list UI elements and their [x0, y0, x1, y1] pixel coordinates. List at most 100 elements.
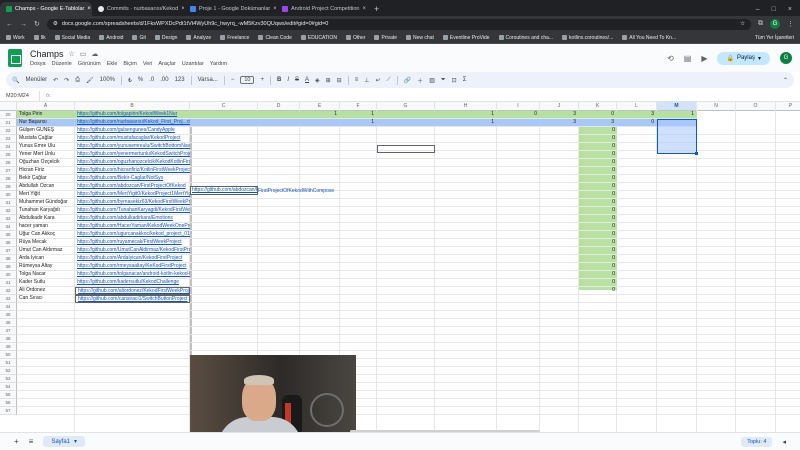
menu-item[interactable]: Ekle [107, 61, 118, 67]
column-header-b[interactable]: B [75, 102, 190, 111]
number-format-button[interactable]: 123 [175, 77, 185, 83]
github-link-cell[interactable]: https://github.com/ArdaIyican/KekodFirst… [75, 255, 190, 263]
github-link-cell[interactable] [75, 335, 190, 343]
name-cell[interactable]: Tolga Nacar [17, 271, 75, 279]
table-row[interactable] [17, 375, 800, 383]
bookmark-item[interactable]: Other [345, 35, 365, 41]
row-header[interactable]: 23 [0, 135, 17, 143]
table-row[interactable] [17, 327, 800, 335]
name-cell[interactable]: hacer yaman [17, 223, 75, 231]
name-cell[interactable]: Oğuzhan Özçelcik [17, 159, 75, 167]
bookmark-item[interactable]: Ilk [33, 35, 46, 41]
column-header-c[interactable]: C [190, 102, 258, 111]
github-link-cell[interactable]: https://github.com/tolgapirin/KekodWeek1… [75, 111, 190, 119]
column-header-a[interactable]: A [17, 102, 75, 111]
column-header-e[interactable]: E [300, 102, 340, 111]
k-value-cell[interactable]: 0 [579, 191, 617, 199]
sheets-logo-icon[interactable] [8, 49, 22, 67]
row-header[interactable]: 41 [0, 279, 17, 287]
percent-format-button[interactable]: % [138, 77, 143, 83]
name-cell[interactable]: Umut Can Aldırmaz [17, 247, 75, 255]
filter-views-icon[interactable]: ⊡ [452, 77, 457, 84]
k-value-cell[interactable]: 0 [579, 231, 617, 239]
browser-tab-docs[interactable]: Proje 1 - Google Dokümanlar × [184, 2, 276, 16]
table-row[interactable]: Muhammet Gündoğar https://github.com/byrn… [17, 199, 800, 207]
text-color-icon[interactable]: A [305, 77, 309, 83]
cloud-status-icon[interactable]: ☁ [91, 50, 98, 58]
value-cell[interactable]: 3 [540, 111, 576, 119]
row-header[interactable]: 33 [0, 215, 17, 223]
fill-handle[interactable] [695, 152, 698, 155]
row-header[interactable]: 40 [0, 271, 17, 279]
name-cell[interactable] [17, 375, 75, 383]
github-link-cell[interactable]: https://github.com/MertYigit0/KekodProje… [75, 191, 190, 199]
row-header[interactable]: 31 [0, 199, 17, 207]
k-value-cell[interactable]: 0 [579, 183, 617, 191]
column-header-d[interactable]: D [258, 102, 300, 111]
bookmark-item[interactable]: Git [132, 35, 146, 41]
name-cell[interactable] [17, 351, 75, 359]
back-icon[interactable]: ← [6, 21, 13, 28]
k-value-cell[interactable]: 0 [579, 255, 617, 263]
menu-item[interactable]: Araçlar [158, 61, 175, 67]
k-value-cell[interactable]: 0 [579, 223, 617, 231]
reload-icon[interactable]: ↻ [34, 20, 40, 28]
table-row[interactable] [17, 399, 800, 407]
table-row[interactable]: Bekir Çağlar https://github.com/Bekir-Cag… [17, 175, 800, 183]
github-link-cell[interactable]: https://github.com/abdulkadirkara/Emotio… [75, 215, 190, 223]
bookmark-item[interactable]: Coroutines and cha... [498, 35, 553, 41]
name-cell[interactable] [17, 311, 75, 319]
print-icon[interactable]: ⎙ [75, 77, 80, 84]
github-link-cell[interactable] [75, 391, 190, 399]
github-link-cell[interactable]: https://github.com/yunusemreulu/SwitchBo… [75, 143, 190, 151]
selected-range[interactable] [657, 119, 697, 154]
row-header[interactable]: 34 [0, 223, 17, 231]
comments-icon[interactable]: ▤ [684, 54, 692, 63]
table-row[interactable] [17, 303, 800, 311]
value-cell[interactable]: 1 [340, 111, 374, 119]
borders-icon[interactable]: ⊞ [326, 77, 331, 84]
name-cell[interactable]: Mert Yiğit [17, 191, 75, 199]
close-window-icon[interactable]: × [788, 6, 792, 13]
table-row[interactable]: Oğuzhan Özçelcik https://github.com/oguzh… [17, 159, 800, 167]
bookmark-item[interactable]: Work [6, 35, 25, 41]
name-cell[interactable]: Abdulkadir Kara [17, 215, 75, 223]
name-cell[interactable] [17, 367, 75, 375]
row-header[interactable]: 25 [0, 151, 17, 159]
close-tab-icon[interactable]: × [362, 6, 366, 12]
row-header[interactable]: 57 [0, 407, 17, 415]
github-link-cell[interactable] [75, 367, 190, 375]
row-header[interactable]: 36 [0, 239, 17, 247]
github-link-cell[interactable] [75, 311, 190, 319]
meet-icon[interactable]: ▶ [701, 54, 707, 63]
value-cell[interactable]: 3 [617, 111, 654, 119]
github-link-cell[interactable]: https://github.com/kadersutlu/KekodChall… [75, 279, 190, 287]
row-header[interactable]: 48 [0, 335, 17, 343]
column-header-k[interactable]: K [579, 102, 617, 111]
github-link-cell[interactable]: https://github.com/yenermertunlu/KekodSw… [75, 151, 190, 159]
bookmark-item[interactable]: Eventline ProVide [442, 35, 490, 41]
table-row[interactable] [17, 367, 800, 375]
browser-menu-icon[interactable]: ⋮ [787, 20, 794, 28]
row-header[interactable]: 46 [0, 319, 17, 327]
row-header[interactable]: 55 [0, 391, 17, 399]
bookmark-item[interactable]: All You Need To Kn... [622, 35, 676, 41]
row-header[interactable]: 45 [0, 311, 17, 319]
value-cell[interactable]: 0 [497, 111, 537, 119]
github-link-cell[interactable] [75, 343, 190, 351]
github-link-cell[interactable] [75, 351, 190, 359]
menu-item[interactable]: Uzantılar [182, 61, 204, 67]
table-row[interactable] [17, 343, 800, 351]
row-header[interactable]: 50 [0, 351, 17, 359]
name-box[interactable]: M20:M24 [0, 91, 40, 101]
name-cell[interactable]: Tunahan Karyağdı [17, 207, 75, 215]
name-cell[interactable]: Uğur Can Akkoç [17, 231, 75, 239]
table-row[interactable] [17, 319, 800, 327]
row-header[interactable]: 47 [0, 327, 17, 335]
currency-format-button[interactable]: ₺ [128, 77, 132, 84]
name-cell[interactable]: Nur Başarısı [17, 119, 75, 127]
row-header[interactable]: 20 [0, 111, 17, 119]
name-cell[interactable] [17, 391, 75, 399]
row-header[interactable]: 29 [0, 183, 17, 191]
select-all-corner[interactable] [0, 102, 17, 111]
